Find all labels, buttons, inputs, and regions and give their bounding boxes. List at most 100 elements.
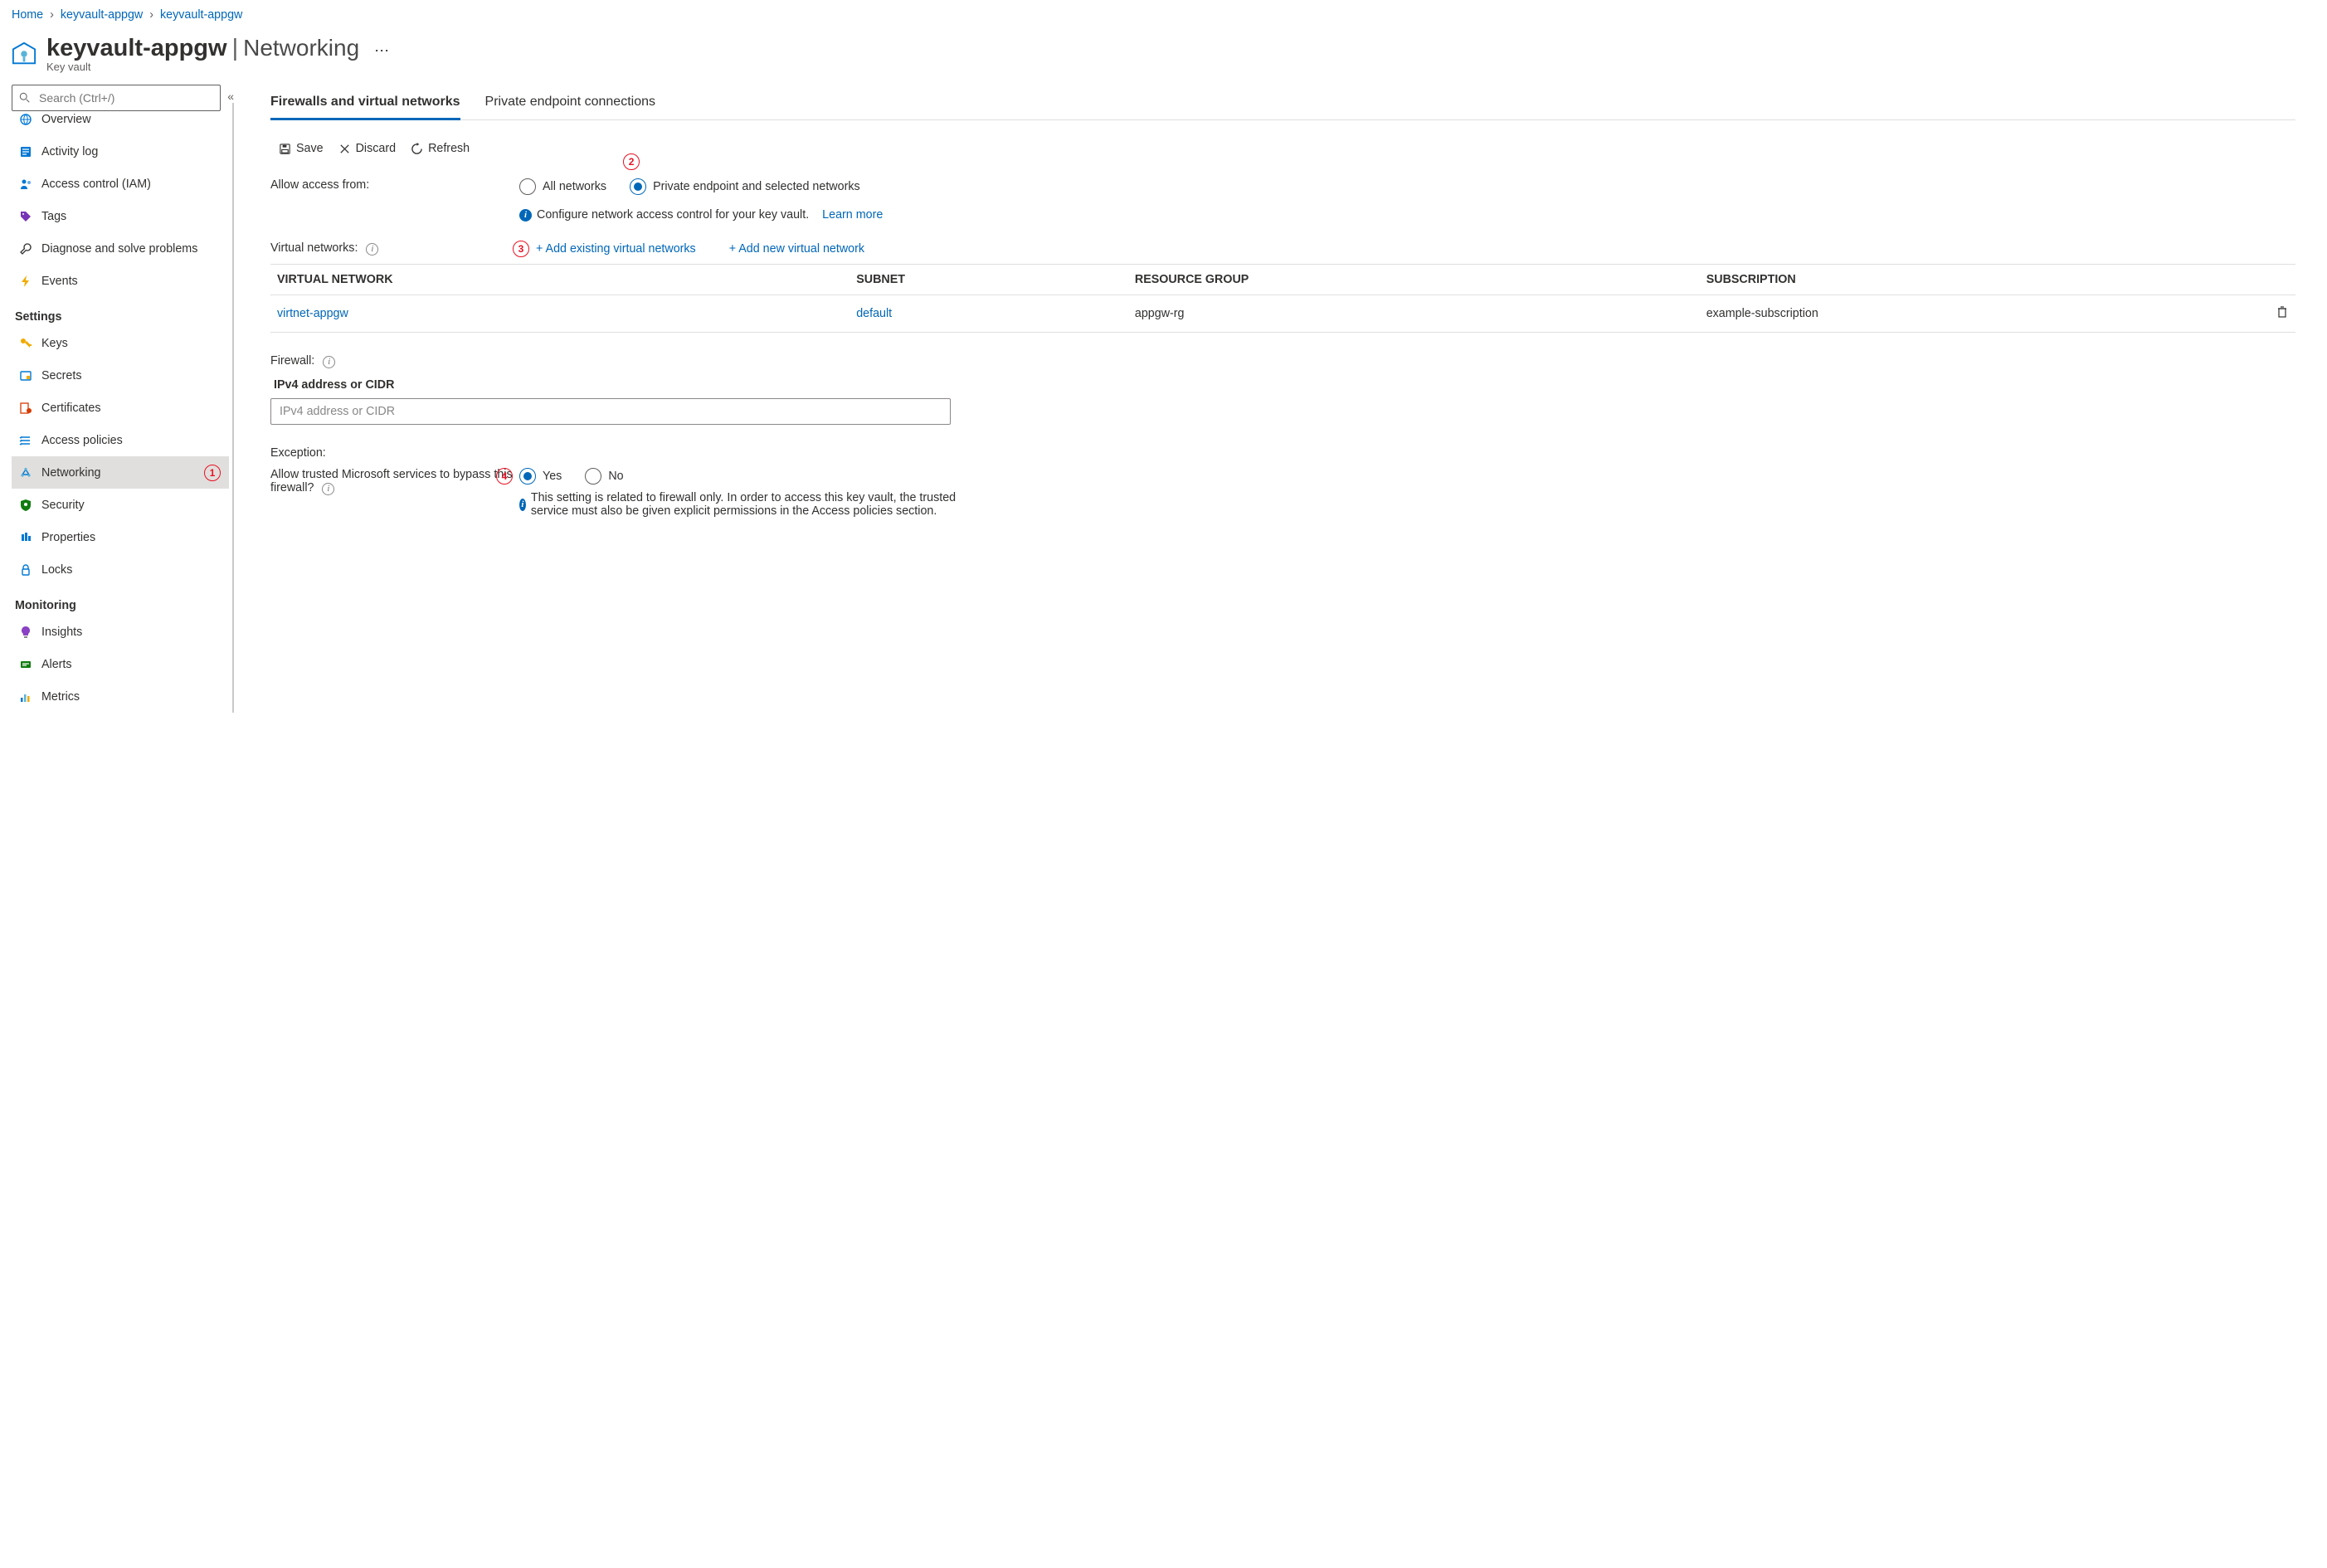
iam-icon (18, 178, 33, 191)
nav-section-monitoring: Monitoring (12, 586, 229, 616)
discard-label: Discard (356, 142, 396, 155)
sidebar-item-locks[interactable]: Locks (12, 553, 229, 586)
page-title: keyvault-appgw (46, 35, 227, 62)
cert-icon (18, 402, 33, 415)
breadcrumb-home[interactable]: Home (12, 8, 43, 22)
sidebar-item-label: Activity log (41, 145, 221, 158)
firewall-label: Firewall: (270, 354, 314, 368)
radio-yes[interactable]: Yes (519, 468, 562, 485)
info-icon[interactable]: i (322, 483, 334, 495)
sidebar-item-properties[interactable]: Properties (12, 521, 229, 553)
access-from-label: Allow access from: (270, 178, 519, 192)
sidebar-item-diagnose-and-solve-problems[interactable]: Diagnose and solve problems (12, 232, 229, 265)
sidebar-item-label: Access policies (41, 434, 221, 447)
learn-more-link[interactable]: Learn more (822, 208, 883, 222)
subnet-link[interactable]: default (856, 307, 892, 320)
exception-label: Exception: (270, 446, 2295, 460)
close-icon (338, 143, 351, 155)
chevron-right-icon: › (50, 8, 54, 22)
breadcrumb-parent[interactable]: keyvault-appgw (61, 8, 143, 22)
tab-firewalls[interactable]: Firewalls and virtual networks (270, 86, 460, 119)
more-icon[interactable]: ⋯ (374, 42, 391, 60)
cidr-header: IPv4 address or CIDR (274, 378, 2295, 392)
wrench-icon (18, 242, 33, 256)
sidebar-item-keys[interactable]: Keys (12, 327, 229, 359)
sidebar-item-label: Properties (41, 531, 221, 544)
collapse-sidebar-icon[interactable]: « (227, 90, 234, 103)
page-section: Networking (243, 35, 359, 61)
sidebar-item-label: Secrets (41, 369, 221, 382)
access-info: i Configure network access control for y… (519, 208, 2295, 222)
resource-type: Key vault (46, 61, 391, 73)
sidebar-item-label: Overview (41, 113, 221, 126)
sidebar-item-access-control-iam-[interactable]: Access control (IAM) (12, 168, 229, 200)
breadcrumb-current[interactable]: keyvault-appgw (160, 8, 242, 22)
callout-2: 2 (623, 153, 640, 170)
sidebar-item-security[interactable]: Security (12, 489, 229, 521)
delete-row-button[interactable] (2276, 309, 2289, 322)
tab-private-endpoint[interactable]: Private endpoint connections (485, 86, 655, 119)
title-separator: | (232, 35, 239, 62)
vnet-table: VIRTUAL NETWORK SUBNET RESOURCE GROUP SU… (270, 264, 2295, 333)
vnet-link[interactable]: virtnet-appgw (277, 307, 348, 320)
policies-icon (18, 434, 33, 447)
sidebar-item-overview[interactable]: Overview (12, 103, 229, 135)
radio-icon (630, 178, 646, 195)
rg-cell: appgw-rg (1128, 295, 1700, 333)
lock-icon (18, 563, 33, 577)
metrics-icon (18, 690, 33, 704)
sidebar-item-tags[interactable]: Tags (12, 200, 229, 232)
props-icon (18, 531, 33, 544)
sub-cell: example-subscription (1700, 295, 2262, 333)
table-row: virtnet-appgw default appgw-rg example-s… (270, 295, 2295, 333)
sidebar-item-networking[interactable]: Networking 1 (12, 456, 229, 489)
sidebar-item-access-policies[interactable]: Access policies (12, 424, 229, 456)
sidebar-item-certificates[interactable]: Certificates (12, 392, 229, 424)
keyvault-icon (12, 39, 37, 69)
sidebar-item-insights[interactable]: Insights (12, 616, 229, 648)
nav-section-settings: Settings (12, 297, 229, 327)
radio-icon (585, 468, 601, 485)
sidebar-item-label: Security (41, 499, 221, 512)
activity-icon (18, 145, 33, 158)
sidebar-item-label: Tags (41, 210, 221, 223)
refresh-icon (411, 143, 423, 155)
add-existing-vnet[interactable]: + Add existing virtual networks (536, 242, 696, 256)
radio-all-networks[interactable]: All networks (519, 178, 606, 195)
callout-3: 3 (513, 241, 529, 257)
save-button[interactable]: Save (279, 142, 324, 155)
cidr-input[interactable] (270, 398, 951, 425)
sidebar-item-alerts[interactable]: Alerts (12, 648, 229, 680)
page-header: keyvault-appgw | Networking ⋯ Key vault (0, 30, 2327, 80)
search-icon (19, 92, 31, 104)
info-icon[interactable]: i (366, 243, 378, 256)
radio-all-label: All networks (543, 180, 606, 193)
tag-icon (18, 210, 33, 223)
no-label: No (608, 470, 623, 483)
bypass-info-text: This setting is related to firewall only… (531, 491, 967, 518)
sidebar-item-label: Diagnose and solve problems (41, 242, 221, 256)
sidebar-item-label: Events (41, 275, 221, 288)
bolt-icon (18, 275, 33, 288)
radio-private-networks[interactable]: Private endpoint and selected networks (630, 178, 860, 195)
sidebar-item-activity-log[interactable]: Activity log (12, 135, 229, 168)
radio-icon (519, 468, 536, 485)
sidebar-item-events[interactable]: Events (12, 265, 229, 297)
refresh-button[interactable]: Refresh (411, 142, 470, 155)
col-sub: SUBSCRIPTION (1700, 265, 2262, 295)
col-subnet: SUBNET (850, 265, 1128, 295)
callout-1: 1 (204, 465, 221, 481)
radio-no[interactable]: No (585, 468, 623, 485)
add-new-vnet[interactable]: + Add new virtual network (729, 242, 864, 256)
key-icon (18, 337, 33, 350)
sidebar-item-label: Networking (41, 466, 196, 480)
toolbar: Save Discard Refresh (270, 130, 2295, 170)
col-rg: RESOURCE GROUP (1128, 265, 1700, 295)
info-icon[interactable]: i (323, 356, 335, 368)
discard-button[interactable]: Discard (338, 142, 396, 155)
sidebar-item-metrics[interactable]: Metrics (12, 680, 229, 713)
secret-icon (18, 369, 33, 382)
bypass-label: Allow trusted Microsoft services to bypa… (270, 468, 513, 494)
sidebar-item-secrets[interactable]: Secrets (12, 359, 229, 392)
save-label: Save (296, 142, 324, 155)
